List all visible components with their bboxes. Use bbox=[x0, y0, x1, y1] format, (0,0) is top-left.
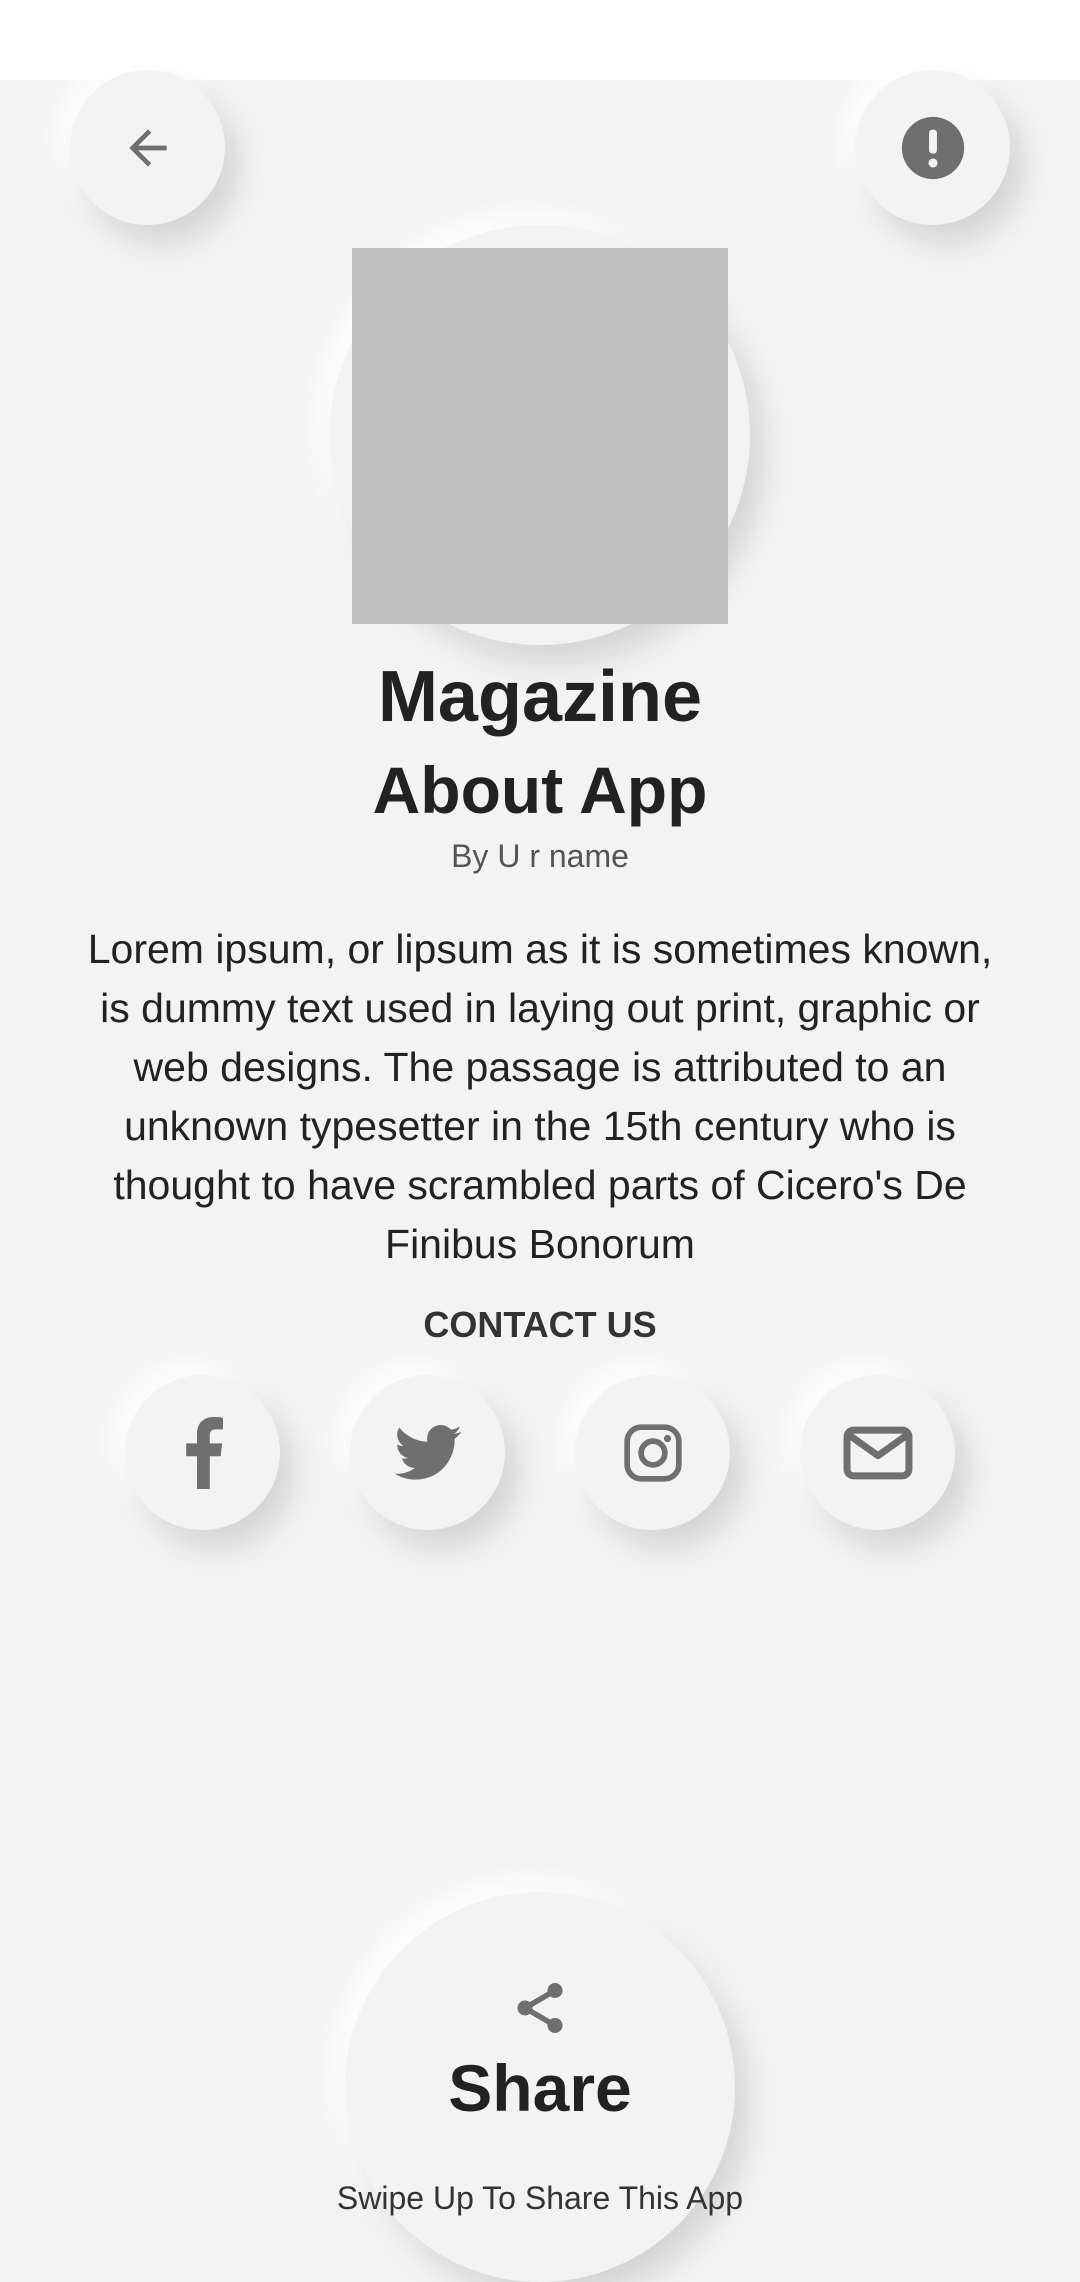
share-label[interactable]: Share bbox=[0, 2048, 1080, 2128]
page-title: About App bbox=[372, 753, 708, 827]
share-icon bbox=[510, 1978, 570, 2038]
facebook-icon bbox=[181, 1416, 225, 1489]
exclamation-circle-icon bbox=[899, 114, 967, 182]
envelope-icon bbox=[843, 1426, 913, 1480]
instagram-icon bbox=[622, 1422, 684, 1484]
email-button[interactable] bbox=[800, 1375, 955, 1530]
twitter-icon bbox=[393, 1424, 462, 1481]
app-name: Magazine bbox=[377, 657, 703, 737]
app-description: Lorem ipsum, or lipsum as it is sometime… bbox=[87, 926, 993, 1267]
back-button[interactable] bbox=[70, 70, 225, 225]
twitter-button[interactable] bbox=[350, 1375, 505, 1530]
share-hint: Swipe Up To Share This App bbox=[336, 2180, 744, 2216]
instagram-button[interactable] bbox=[575, 1375, 730, 1530]
contact-title: CONTACT US bbox=[423, 1304, 657, 1345]
app-logo-image bbox=[352, 248, 728, 624]
info-button[interactable] bbox=[855, 70, 1010, 225]
author-byline: By U r name bbox=[451, 838, 629, 874]
arrow-left-icon bbox=[120, 120, 176, 176]
facebook-button[interactable] bbox=[125, 1375, 280, 1530]
status-bar bbox=[0, 0, 1080, 80]
